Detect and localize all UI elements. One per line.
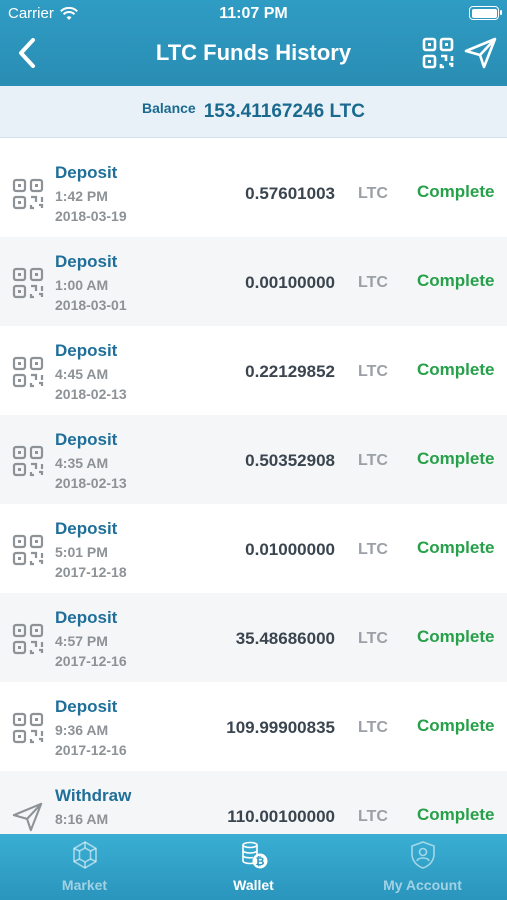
transaction-amount: 0.57601003 xyxy=(245,184,335,203)
transaction-row[interactable]: Deposit 4:35 AM 2018-02-13 0.50352908 LT… xyxy=(0,415,507,504)
transaction-amount: 0.01000000 xyxy=(245,540,335,559)
transaction-status: Complete xyxy=(417,271,495,290)
balance-label: Balance xyxy=(142,99,196,116)
tab-wallet-label: Wallet xyxy=(233,877,274,893)
transaction-time: 8:16 AM xyxy=(55,811,109,827)
transaction-currency: LTC xyxy=(358,808,388,825)
transaction-status: Complete xyxy=(417,182,495,201)
transaction-time: 1:42 PM xyxy=(55,188,108,204)
transaction-row[interactable]: Deposit 1:42 PM 2018-03-19 0.57601003 LT… xyxy=(0,148,507,237)
transaction-type: Deposit xyxy=(55,697,118,716)
transaction-date: 2018-03-01 xyxy=(55,297,127,313)
qr-code-icon xyxy=(12,356,44,388)
account-icon xyxy=(410,841,435,869)
transaction-status: Complete xyxy=(417,716,495,735)
wallet-icon: ₿ xyxy=(241,841,267,869)
qr-code-button[interactable] xyxy=(422,37,454,69)
qr-code-icon xyxy=(12,267,44,299)
send-button[interactable] xyxy=(464,37,498,69)
page-title: LTC Funds History xyxy=(155,40,352,65)
transaction-row[interactable]: Withdraw 8:16 AM 110.00100000 LTC Comple… xyxy=(0,771,507,834)
transaction-type: Deposit xyxy=(55,341,118,360)
transaction-date: 2017-12-16 xyxy=(55,742,127,758)
transaction-currency: LTC xyxy=(358,541,388,558)
transaction-amount: 35.48686000 xyxy=(235,629,335,648)
transaction-status: Complete xyxy=(417,538,495,557)
transaction-type: Deposit xyxy=(55,519,118,538)
qr-code-icon xyxy=(422,37,454,69)
status-time: 11:07 PM xyxy=(219,5,288,22)
transaction-currency: LTC xyxy=(358,185,388,202)
transaction-list[interactable]: Deposit 1:42 PM 2018-03-19 0.57601003 LT… xyxy=(0,148,507,834)
status-bar: Carrier 11:07 PM xyxy=(0,0,507,28)
transaction-currency: LTC xyxy=(358,630,388,647)
transaction-date: 2018-02-13 xyxy=(55,475,127,491)
qr-code-icon xyxy=(12,534,44,566)
svg-text:₿: ₿ xyxy=(255,855,264,868)
transaction-status: Complete xyxy=(417,449,495,468)
transaction-amount: 110.00100000 xyxy=(227,807,335,826)
send-icon xyxy=(12,801,44,833)
transaction-currency: LTC xyxy=(358,719,388,736)
transaction-time: 5:01 PM xyxy=(55,544,108,560)
balance-value: 153.41167246 LTC xyxy=(203,100,365,122)
send-icon xyxy=(464,37,497,69)
transaction-date: 2017-12-16 xyxy=(55,653,127,669)
market-icon xyxy=(72,841,97,869)
transaction-row[interactable]: Deposit 5:01 PM 2017-12-18 0.01000000 LT… xyxy=(0,504,507,593)
tab-my-account-label: My Account xyxy=(383,877,462,893)
transaction-currency: LTC xyxy=(358,452,388,469)
transaction-amount: 0.00100000 xyxy=(245,273,335,292)
transaction-amount: 109.99900835 xyxy=(226,718,335,737)
transaction-amount: 0.50352908 xyxy=(245,451,335,470)
transaction-time: 4:45 AM xyxy=(55,366,109,382)
back-button[interactable] xyxy=(10,34,44,72)
app-header: Carrier 11:07 PM LTC Funds History xyxy=(0,0,507,86)
tab-market[interactable]: Market xyxy=(0,834,169,900)
transaction-status: Complete xyxy=(417,627,495,646)
transaction-time: 9:36 AM xyxy=(55,722,109,738)
chevron-left-icon xyxy=(19,38,35,68)
transaction-time: 4:35 AM xyxy=(55,455,109,471)
status-right xyxy=(469,6,502,20)
tab-market-label: Market xyxy=(61,877,108,893)
transaction-date: 2017-12-18 xyxy=(55,564,127,580)
transaction-date: 2018-03-19 xyxy=(55,208,127,224)
tab-my-account[interactable]: My Account xyxy=(338,834,507,900)
transaction-type: Deposit xyxy=(55,163,118,182)
transaction-row[interactable]: Deposit 1:00 AM 2018-03-01 0.00100000 LT… xyxy=(0,237,507,326)
transaction-amount: 0.22129852 xyxy=(245,362,335,381)
transaction-row[interactable]: Deposit 4:45 AM 2018-02-13 0.22129852 LT… xyxy=(0,326,507,415)
transaction-status: Complete xyxy=(417,360,495,379)
transaction-type: Deposit xyxy=(55,430,118,449)
qr-code-icon xyxy=(12,712,44,744)
transaction-type: Deposit xyxy=(55,252,118,271)
balance-bar: Balance 153.41167246 LTC xyxy=(0,86,507,138)
qr-code-icon xyxy=(12,178,44,210)
transaction-type: Deposit xyxy=(55,608,118,627)
transaction-status: Complete xyxy=(417,805,495,824)
transaction-row[interactable]: Deposit 4:57 PM 2017-12-16 35.48686000 L… xyxy=(0,593,507,682)
battery-icon xyxy=(469,6,502,20)
qr-code-icon xyxy=(12,623,44,655)
tab-bar: Market ₿ Wallet My Account xyxy=(0,834,507,900)
transaction-row[interactable]: Deposit 9:36 AM 2017-12-16 109.99900835 … xyxy=(0,682,507,771)
transaction-time: 1:00 AM xyxy=(55,277,109,293)
transaction-type: Withdraw xyxy=(55,786,132,805)
transaction-currency: LTC xyxy=(358,363,388,380)
qr-code-icon xyxy=(12,445,44,477)
transaction-currency: LTC xyxy=(358,274,388,291)
transaction-time: 4:57 PM xyxy=(55,633,108,649)
transaction-date: 2018-02-13 xyxy=(55,386,127,402)
tab-wallet[interactable]: ₿ Wallet xyxy=(169,834,338,900)
